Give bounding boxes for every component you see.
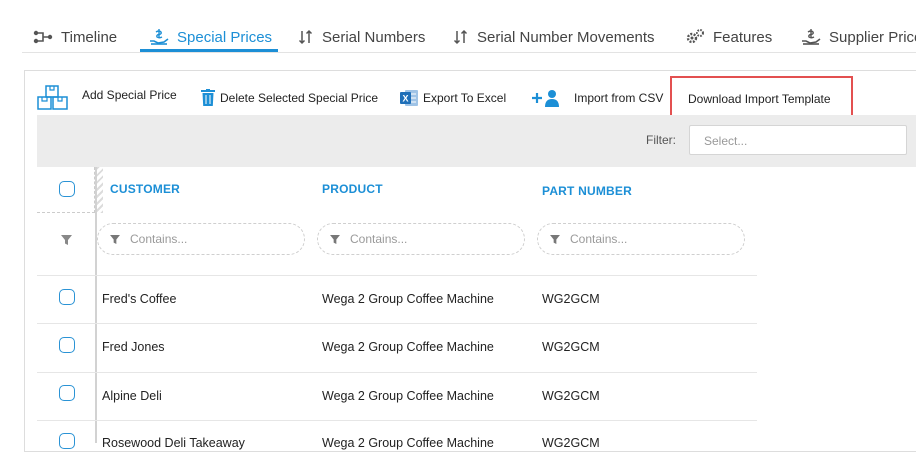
active-tab-indicator <box>140 49 278 52</box>
cell-customer: Fred's Coffee <box>102 292 177 306</box>
product-filter-input[interactable]: Contains... <box>317 223 525 255</box>
row-divider <box>37 323 757 324</box>
svg-text:X: X <box>402 94 408 104</box>
filter-label: Filter: <box>646 133 676 147</box>
tab-divider <box>22 52 916 53</box>
add-special-price-button[interactable]: Add Special Price <box>36 84 177 112</box>
cell-part-number: WG2GCM <box>542 340 600 354</box>
tab-label: Special Prices <box>177 28 273 46</box>
tab-serial-numbers[interactable]: Serial Numbers <box>298 26 425 48</box>
trash-icon <box>201 89 215 106</box>
export-to-excel-label: Export To Excel <box>423 91 507 105</box>
filter-placeholder: Contains... <box>570 232 628 246</box>
row-divider <box>37 372 757 373</box>
cell-part-number: WG2GCM <box>542 389 600 403</box>
filter-funnel-icon[interactable] <box>61 235 72 245</box>
filter-funnel-icon <box>110 234 120 244</box>
cell-customer: Fred Jones <box>102 340 165 354</box>
tab-label: Serial Number Movements <box>477 28 655 46</box>
tab-supplier-prices[interactable]: Supplier Prices <box>801 26 916 48</box>
add-user-icon <box>532 90 559 107</box>
cell-product: Wega 2 Group Coffee Machine <box>322 389 494 403</box>
import-from-csv-button[interactable]: Import from CSV <box>531 88 663 108</box>
column-header-part-number[interactable]: PART NUMBER <box>542 184 632 198</box>
customer-filter-input[interactable]: Contains... <box>97 223 305 255</box>
tab-features[interactable]: Features <box>685 26 772 48</box>
highlight-annotation <box>670 76 853 120</box>
cell-product: Wega 2 Group Coffee Machine <box>322 340 494 354</box>
row-checkbox[interactable] <box>59 337 75 353</box>
row-checkbox[interactable] <box>59 433 75 449</box>
tab-timeline[interactable]: Timeline <box>33 26 117 48</box>
filter-placeholder: Contains... <box>350 232 408 246</box>
filter-select[interactable]: Select... <box>689 125 907 155</box>
tab-label: Features <box>713 28 773 46</box>
cell-part-number: WG2GCM <box>542 436 600 450</box>
delete-selected-button[interactable]: Delete Selected Special Price <box>200 89 378 107</box>
delete-selected-label: Delete Selected Special Price <box>220 91 379 105</box>
tab-bar: Timeline Special Prices Serial Numbers S… <box>0 0 916 54</box>
row-divider <box>37 275 757 276</box>
filter-funnel-icon <box>330 234 340 244</box>
row-checkbox[interactable] <box>59 385 75 401</box>
column-resize-handle[interactable] <box>97 167 103 213</box>
gears-icon <box>686 29 704 44</box>
column-header-product[interactable]: PRODUCT <box>322 182 383 196</box>
cell-customer: Alpine Deli <box>102 389 162 403</box>
boxes-icon <box>37 85 68 110</box>
filter-placeholder: Contains... <box>130 232 188 246</box>
tab-special-prices[interactable]: Special Prices <box>149 26 272 48</box>
part-number-filter-input[interactable]: Contains... <box>537 223 745 255</box>
import-from-csv-label: Import from CSV <box>574 91 664 105</box>
row-checkbox[interactable] <box>59 289 75 305</box>
sort-arrows-icon <box>453 29 468 45</box>
grid-frozen-divider <box>95 167 97 443</box>
add-special-price-label: Add Special Price <box>82 88 177 102</box>
tab-serial-number-movements[interactable]: Serial Number Movements <box>453 26 655 48</box>
cell-customer: Rosewood Deli Takeaway <box>102 436 245 450</box>
hand-price-icon <box>150 29 169 45</box>
export-to-excel-button[interactable]: X Export To Excel <box>399 88 506 108</box>
excel-icon: X <box>400 90 418 106</box>
row-divider <box>37 420 757 421</box>
column-header-customer[interactable]: CUSTOMER <box>110 182 180 196</box>
cell-part-number: WG2GCM <box>542 292 600 306</box>
timeline-icon <box>33 30 53 44</box>
cell-product: Wega 2 Group Coffee Machine <box>322 436 494 450</box>
hand-price-icon <box>802 29 821 45</box>
tab-label: Supplier Prices <box>829 28 916 46</box>
select-all-checkbox[interactable] <box>59 181 75 197</box>
cell-product: Wega 2 Group Coffee Machine <box>322 292 494 306</box>
filter-funnel-icon <box>550 234 560 244</box>
tab-label: Timeline <box>61 28 118 46</box>
sort-arrows-icon <box>298 29 313 45</box>
tab-label: Serial Numbers <box>322 28 426 46</box>
